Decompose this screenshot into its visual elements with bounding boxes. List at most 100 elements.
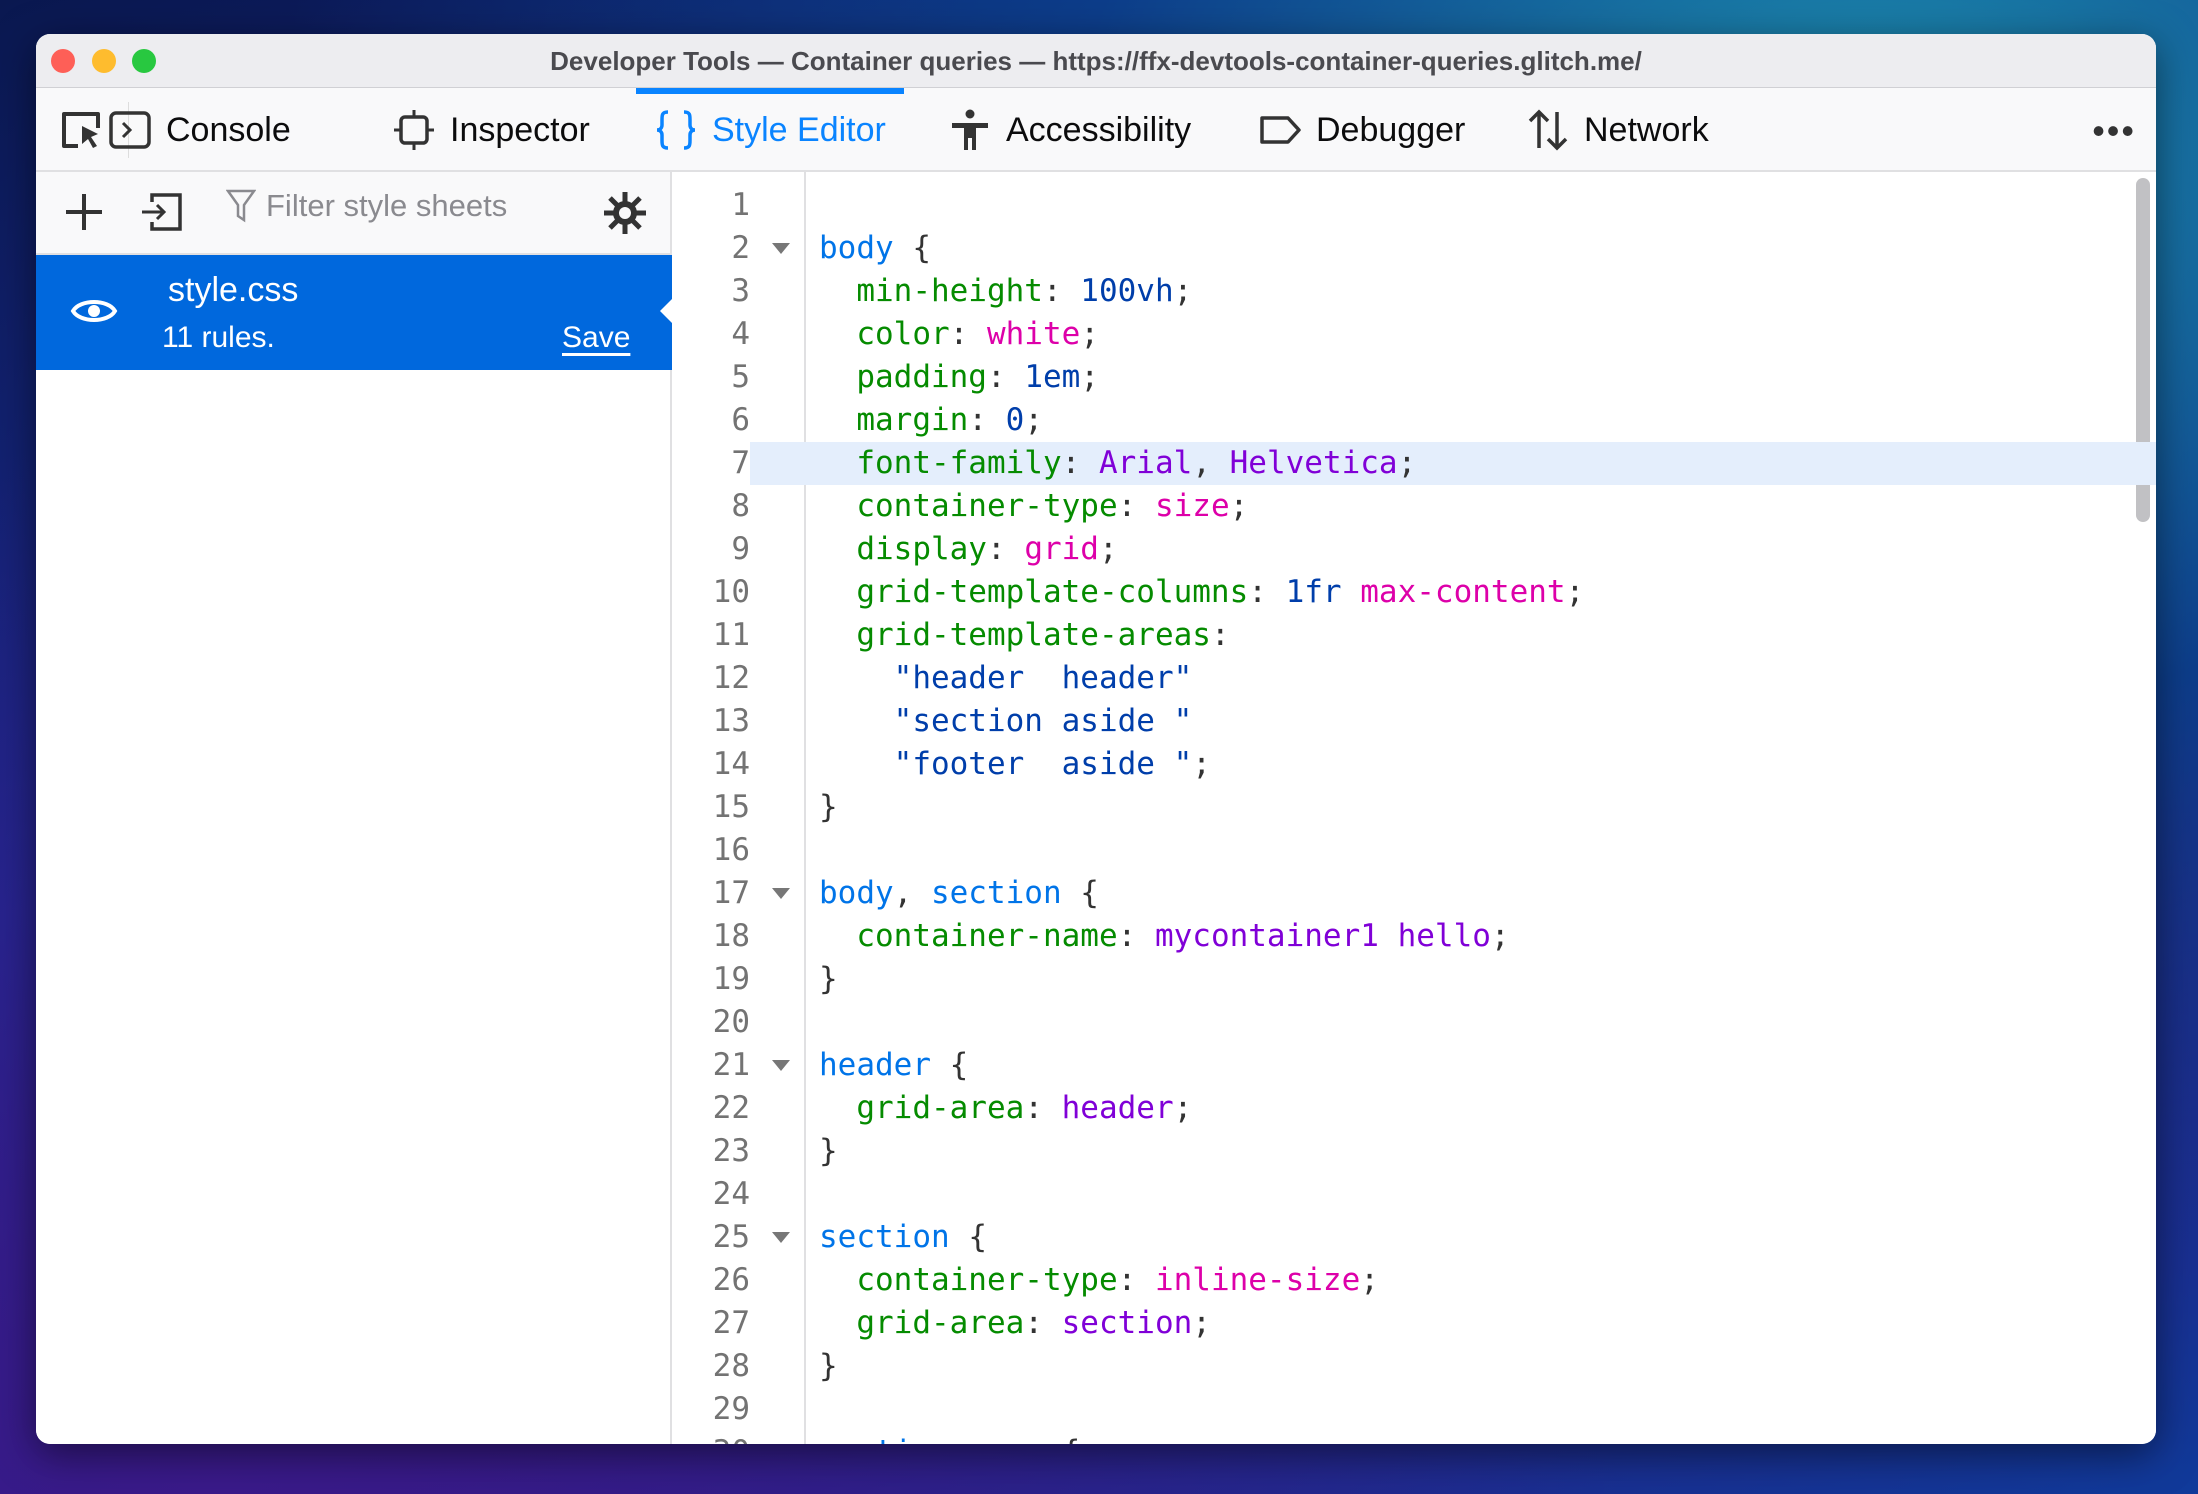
token-punctuation: : <box>1024 1090 1062 1126</box>
element-picker-icon[interactable] <box>58 108 108 152</box>
code-text: body, section { <box>819 872 1099 915</box>
token-value-identifier: header <box>1061 1090 1174 1126</box>
new-stylesheet-icon[interactable] <box>62 190 106 234</box>
fold-arrow-icon[interactable] <box>772 1060 790 1071</box>
token-value-identifier: section <box>1061 1305 1193 1341</box>
token-punctuation: { <box>1043 1434 1081 1444</box>
token-punctuation: ; <box>1098 531 1118 567</box>
code-line[interactable]: 24 <box>672 1173 2156 1216</box>
code-text: display: grid; <box>819 528 1118 571</box>
token-punctuation: : <box>1248 574 1286 610</box>
code-line[interactable]: 26 container-type: inline-size; <box>672 1259 2156 1302</box>
code-line[interactable]: 9 display: grid; <box>672 528 2156 571</box>
line-number: 15 <box>712 789 750 825</box>
tab-network[interactable]: Network <box>1526 88 1709 172</box>
code-line[interactable]: 3 min-height: 100vh; <box>672 270 2156 313</box>
token-punctuation <box>819 1262 856 1298</box>
import-stylesheet-icon[interactable] <box>140 190 184 234</box>
code-line[interactable]: 20 <box>672 1001 2156 1044</box>
code-text: } <box>819 958 838 1001</box>
line-number: 22 <box>712 1090 750 1126</box>
code-text: padding: 1em; <box>819 356 1099 399</box>
code-line[interactable]: 2 body { <box>672 227 2156 270</box>
code-line[interactable]: 8 container-type: size; <box>672 485 2156 528</box>
token-punctuation: : <box>1117 1262 1155 1298</box>
code-line[interactable]: 21 header { <box>672 1044 2156 1087</box>
save-link[interactable]: Save <box>562 321 630 355</box>
code-editor[interactable]: 1 2 body {3 min-height: 100vh; 4 color: whi… <box>672 172 2156 1444</box>
line-number: 10 <box>712 574 750 610</box>
code-text: } <box>819 1345 838 1388</box>
token-punctuation: } <box>819 1348 838 1384</box>
tab-debugger-label: Debugger <box>1316 110 1466 149</box>
filter-style-sheets-input[interactable]: Filter style sheets <box>226 188 507 224</box>
token-punctuation: ; <box>1490 918 1510 954</box>
token-property-name: container-name <box>856 918 1118 954</box>
code-line[interactable]: 14 "footer aside "; <box>672 743 2156 786</box>
code-line[interactable]: 25 section { <box>672 1216 2156 1259</box>
tab-console[interactable]: Console <box>108 88 291 172</box>
code-line[interactable]: 10 grid-template-columns: 1fr max-conten… <box>672 571 2156 614</box>
fold-arrow-icon[interactable] <box>772 1232 790 1243</box>
token-punctuation: : <box>986 359 1025 395</box>
window-title: Developer Tools — Container queries — ht… <box>550 46 1642 76</box>
token-punctuation: { <box>893 230 931 266</box>
token-punctuation: : <box>968 402 1006 438</box>
code-line[interactable]: 29 <box>672 1388 2156 1431</box>
code-line[interactable]: 6 margin: 0; <box>672 399 2156 442</box>
tab-inspector[interactable]: Inspector <box>392 88 590 172</box>
code-line[interactable]: 15} <box>672 786 2156 829</box>
code-line[interactable]: 23} <box>672 1130 2156 1173</box>
token-value-string: "footer aside " <box>893 746 1193 782</box>
line-number: 20 <box>712 1004 750 1040</box>
code-line[interactable]: 7 font-family: Arial, Helvetica; <box>672 442 2156 485</box>
eye-icon[interactable] <box>70 293 118 329</box>
stylesheet-item-selected[interactable]: style.css 11 rules. Save <box>36 255 674 370</box>
line-number: 23 <box>712 1133 750 1169</box>
line-number: 28 <box>712 1348 750 1384</box>
token-punctuation: : <box>1042 273 1081 309</box>
code-line[interactable]: 5 padding: 1em; <box>672 356 2156 399</box>
style-sheets-sidebar: Filter style sheets style.css 11 rules. … <box>36 172 674 1444</box>
fold-arrow-icon[interactable] <box>772 243 790 254</box>
line-number: 14 <box>712 746 750 782</box>
fold-arrow-icon[interactable] <box>772 888 790 899</box>
code-line[interactable]: 27 grid-area: section; <box>672 1302 2156 1345</box>
code-line[interactable]: 16 <box>672 829 2156 872</box>
token-punctuation <box>819 703 894 739</box>
console-icon <box>109 111 151 149</box>
code-text: grid-template-areas: <box>819 614 1229 657</box>
code-text: } <box>819 786 838 829</box>
code-line[interactable]: 18 container-name: mycontainer1 hello; <box>672 915 2156 958</box>
code-text: "header header" <box>819 657 1193 700</box>
token-value-string: "section aside " <box>893 703 1193 739</box>
code-text: grid-template-columns: 1fr max-content; <box>819 571 1584 614</box>
code-text: body { <box>819 227 931 270</box>
gear-icon[interactable] <box>602 190 648 236</box>
code-line[interactable]: 1 <box>672 184 2156 227</box>
tab-accessibility[interactable]: Accessibility <box>948 88 1191 172</box>
stylesheet-name: style.css <box>168 271 299 309</box>
code-line[interactable]: 22 grid-area: header; <box>672 1087 2156 1130</box>
code-line[interactable]: 30 section span { <box>672 1431 2156 1444</box>
code-line[interactable]: 19} <box>672 958 2156 1001</box>
line-number: 30 <box>672 1431 750 1444</box>
token-punctuation <box>819 445 856 481</box>
code-line[interactable]: 13 "section aside " <box>672 700 2156 743</box>
tab-style-editor[interactable]: Style Editor <box>636 88 904 172</box>
tab-debugger[interactable]: Debugger <box>1258 88 1465 172</box>
code-line[interactable]: 12 "header header" <box>672 657 2156 700</box>
code-text: grid-area: section; <box>819 1302 1211 1345</box>
code-line[interactable]: 4 color: white; <box>672 313 2156 356</box>
code-line[interactable]: 11 grid-template-areas: <box>672 614 2156 657</box>
token-punctuation <box>819 746 894 782</box>
accessibility-icon <box>952 109 988 150</box>
token-punctuation <box>819 574 856 610</box>
more-options-button[interactable]: ••• <box>2092 110 2136 152</box>
code-line[interactable]: 17 body, section { <box>672 872 2156 915</box>
code-text: font-family: Arial, Helvetica; <box>819 442 1416 485</box>
token-punctuation: ; <box>1397 445 1417 481</box>
network-icon <box>1528 109 1568 151</box>
token-punctuation: ; <box>1173 1090 1193 1126</box>
code-line[interactable]: 28} <box>672 1345 2156 1388</box>
